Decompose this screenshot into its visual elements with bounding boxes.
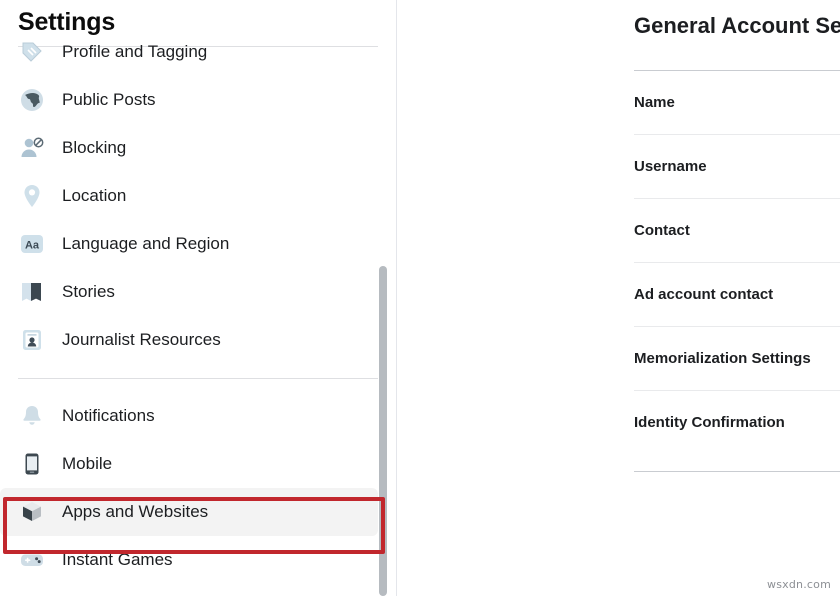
svg-text:Aa: Aa — [25, 240, 40, 252]
watermark: wsxdn.com — [767, 578, 831, 591]
settings-bottom-rule — [634, 471, 840, 472]
sidebar-item-label: Stories — [62, 282, 115, 302]
location-pin-icon — [18, 182, 46, 210]
settings-row-memorialization-settings[interactable]: Memorialization Settings — [634, 327, 840, 390]
settings-row-identity-confirmation[interactable]: Identity Confirmation — [634, 391, 840, 454]
block-user-icon — [18, 134, 46, 162]
book-icon — [18, 278, 46, 306]
general-account-settings-panel: General Account Settings Name Username Con… — [397, 0, 840, 596]
settings-row-label: Identity Confirmation — [634, 413, 785, 433]
settings-row-ad-account-contact[interactable]: Ad account contact — [634, 263, 840, 326]
settings-row-label: Ad account contact — [634, 285, 773, 305]
gamepad-icon — [18, 546, 46, 574]
cube-icon — [18, 498, 46, 526]
sidebar-item-label: Notifications — [62, 406, 155, 426]
sidebar-item-label: Apps and Websites — [62, 502, 208, 522]
sidebar-item-label: Mobile — [62, 454, 112, 474]
sidebar-item-journalist-resources[interactable]: Journalist Resources — [0, 316, 378, 364]
sidebar-item-public-posts[interactable]: Public Posts — [0, 76, 378, 124]
content-title: General Account Settings — [634, 12, 840, 40]
settings-row-label: Memorialization Settings — [634, 349, 811, 369]
sidebar-item-label: Language and Region — [62, 234, 229, 254]
sidebar-item-location[interactable]: Location — [0, 172, 378, 220]
settings-row-label: Username — [634, 157, 707, 177]
sidebar-item-label: Journalist Resources — [62, 330, 221, 350]
sidebar-item-instant-games[interactable]: Instant Games — [0, 536, 378, 584]
sidebar-scrollbar-thumb[interactable] — [379, 266, 387, 596]
sidebar-group-divider — [18, 378, 378, 379]
settings-row-contact[interactable]: Contact — [634, 199, 840, 262]
shield-tag-icon — [18, 38, 46, 66]
sidebar-item-label: Blocking — [62, 138, 126, 158]
sidebar-item-label: Location — [62, 186, 126, 206]
settings-row-name[interactable]: Name — [634, 71, 840, 134]
settings-row-label: Contact — [634, 221, 690, 241]
settings-bottom-gap — [634, 454, 840, 471]
globe-icon — [18, 86, 46, 114]
settings-row-username[interactable]: Username — [634, 135, 840, 198]
sidebar-item-apps-and-websites[interactable]: Apps and Websites — [0, 488, 378, 536]
sidebar-item-profile-and-tagging[interactable]: Profile and Tagging — [0, 28, 378, 76]
sidebar-item-stories[interactable]: Stories — [0, 268, 378, 316]
sidebar-group-gap — [0, 364, 396, 378]
language-aa-icon: Aa — [18, 230, 46, 258]
settings-row-list: Name Username Contact Ad account contact Mem… — [634, 70, 840, 472]
settings-page: Settings Profile and TaggingPublic Posts… — [0, 0, 840, 596]
settings-row-label: Name — [634, 93, 675, 113]
sidebar-item-label: Instant Games — [62, 550, 173, 570]
sidebar-item-blocking[interactable]: Blocking — [0, 124, 378, 172]
sidebar-item-language-and-region[interactable]: Aa Language and Region — [0, 220, 378, 268]
phone-icon — [18, 450, 46, 478]
sidebar-item-notifications[interactable]: Notifications — [0, 392, 378, 440]
sidebar-item-label: Public Posts — [62, 90, 156, 110]
sidebar-scrollbar-track[interactable] — [378, 0, 388, 596]
settings-sidebar: Settings Profile and TaggingPublic Posts… — [0, 0, 396, 596]
sidebar-nav-list: Profile and Tagging Public Posts Blocking L… — [0, 28, 396, 584]
bell-icon — [18, 402, 46, 430]
id-badge-icon — [18, 326, 46, 354]
sidebar-item-mobile[interactable]: Mobile — [0, 440, 378, 488]
sidebar-item-label: Profile and Tagging — [62, 42, 207, 62]
